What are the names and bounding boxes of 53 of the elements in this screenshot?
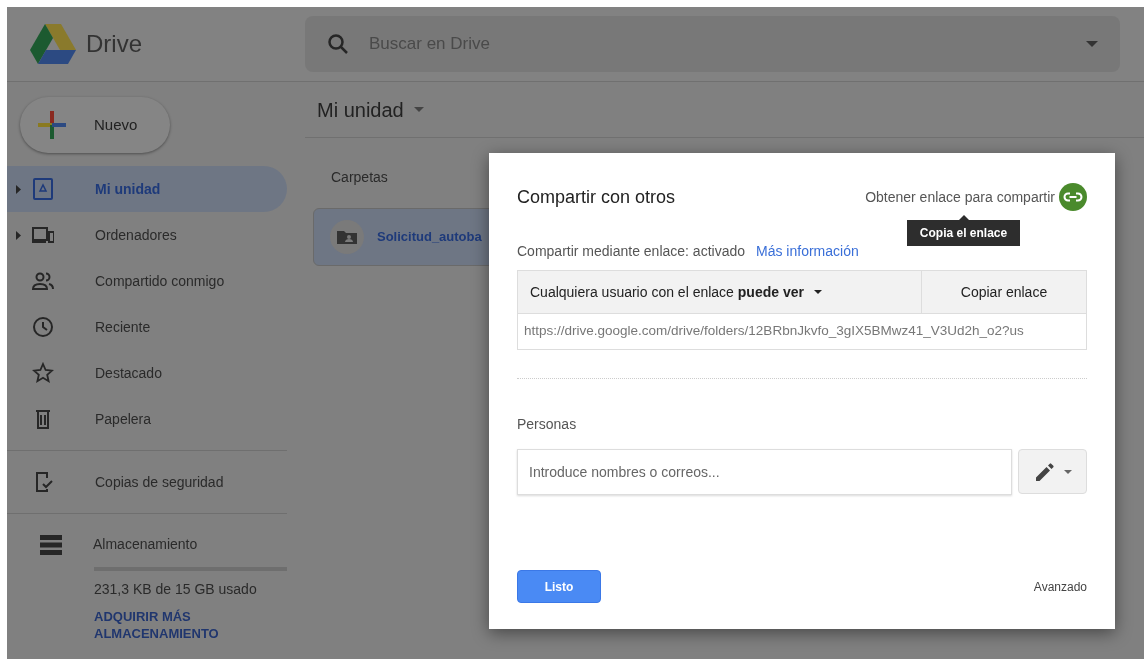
sidebar-item-label: Compartido conmigo [95,271,225,291]
get-link-link[interactable]: Obtener enlace para compartir [865,186,1055,208]
buy-storage-link[interactable]: ADQUIRIR MÁS ALMACENAMIENTO [94,608,244,642]
access-dropdown[interactable]: Cualquiera usuario con el enlace puede ver [518,271,922,313]
copy-link-button[interactable]: Copiar enlace [922,271,1086,313]
caret-icon [813,290,822,294]
more-info-link[interactable]: Más información [756,241,859,262]
people-field[interactable]: Introduce nombres o correos... [517,449,1012,495]
sidebar-item[interactable]: Ordenadores [7,212,287,258]
page-title: Mi unidad [317,97,404,123]
tooltip: Copia el enlace [907,220,1020,246]
sidebar-item-label: Copias de seguridad [95,472,224,492]
dropdown-caret-icon[interactable] [1086,41,1098,47]
search-icon [327,33,349,55]
drive-logo-icon [30,24,76,64]
plus-icon [38,111,66,139]
new-button[interactable]: Nuevo [20,97,170,153]
link-icon[interactable] [1059,183,1087,211]
storage-usage: 231,3 KB de 15 GB usado [94,580,258,599]
dialog-title: Compartir con otros [517,185,676,209]
people-label: Personas [517,415,578,434]
folder-name: Solicitud_autoba [377,228,482,247]
storage-label: Almacenamiento [93,535,198,554]
app-name: Drive [86,29,142,59]
link-status: Compartir mediante enlace: activado [517,242,745,261]
dropdown-caret-icon[interactable] [413,107,424,112]
clock-icon [32,316,54,338]
star-icon [32,362,54,384]
pencil-icon [1033,460,1056,483]
expand-arrow-icon[interactable] [15,184,21,194]
computers-icon [32,224,54,246]
people-icon [32,270,54,292]
sidebar-item[interactable]: Mi unidad [7,166,287,212]
sidebar-item[interactable]: Destacado [7,350,287,396]
sidebar-item[interactable]: Papelera [7,396,287,442]
done-button[interactable]: Listo [517,570,601,603]
sidebar-item-label: Papelera [95,409,152,429]
sidebar-item[interactable]: Copias de seguridad [7,459,287,505]
permission-dropdown[interactable] [1018,449,1087,494]
sidebar-item-label: Mi unidad [95,179,161,199]
shared-folder-icon [330,220,364,254]
storage-icon [40,534,62,555]
sidebar-item[interactable]: Compartido conmigo [7,258,287,304]
sidebar-item[interactable]: Reciente [7,304,287,350]
caret-icon [1063,469,1072,474]
sidebar-item-label: Destacado [95,363,162,383]
sidebar-item-label: Reciente [95,317,151,337]
drive-icon [32,178,54,200]
expand-arrow-icon[interactable] [15,230,21,240]
link-url-field[interactable]: https://drive.google.com/drive/folders/12BRbnJkvfo_3gIX5BMwz41_V3Ud2h_o2?us [518,313,1086,349]
advanced-link[interactable]: Avanzado [1033,577,1087,596]
sidebar-item-label: Ordenadores [95,225,177,245]
section-heading: Carpetas [331,168,389,187]
